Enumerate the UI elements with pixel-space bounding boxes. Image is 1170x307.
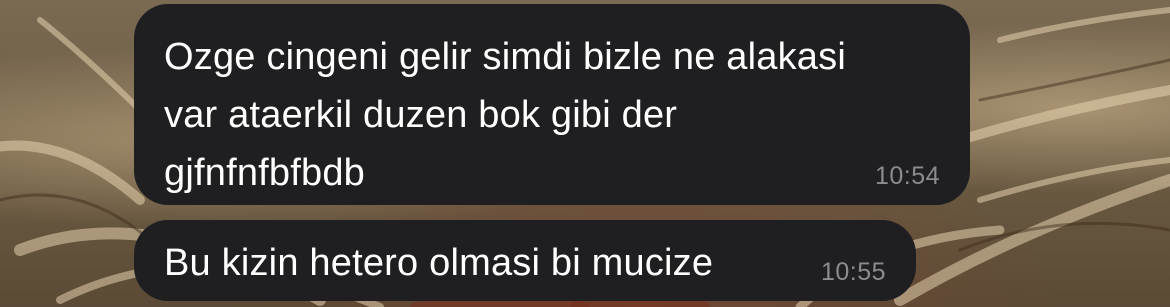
- message-bubble[interactable]: Bu kizin hetero olmasi bi mucize 10:55: [134, 220, 916, 301]
- message-text: Ozge cingeni gelir simdi bizle ne alakas…: [164, 36, 846, 194]
- message-timestamp: 10:55: [820, 258, 886, 286]
- message-timestamp: 10:54: [874, 162, 940, 190]
- message-text: Bu kizin hetero olmasi bi mucize: [164, 242, 714, 284]
- message-bubble[interactable]: Ozge cingeni gelir simdi bizle ne alakas…: [134, 4, 970, 205]
